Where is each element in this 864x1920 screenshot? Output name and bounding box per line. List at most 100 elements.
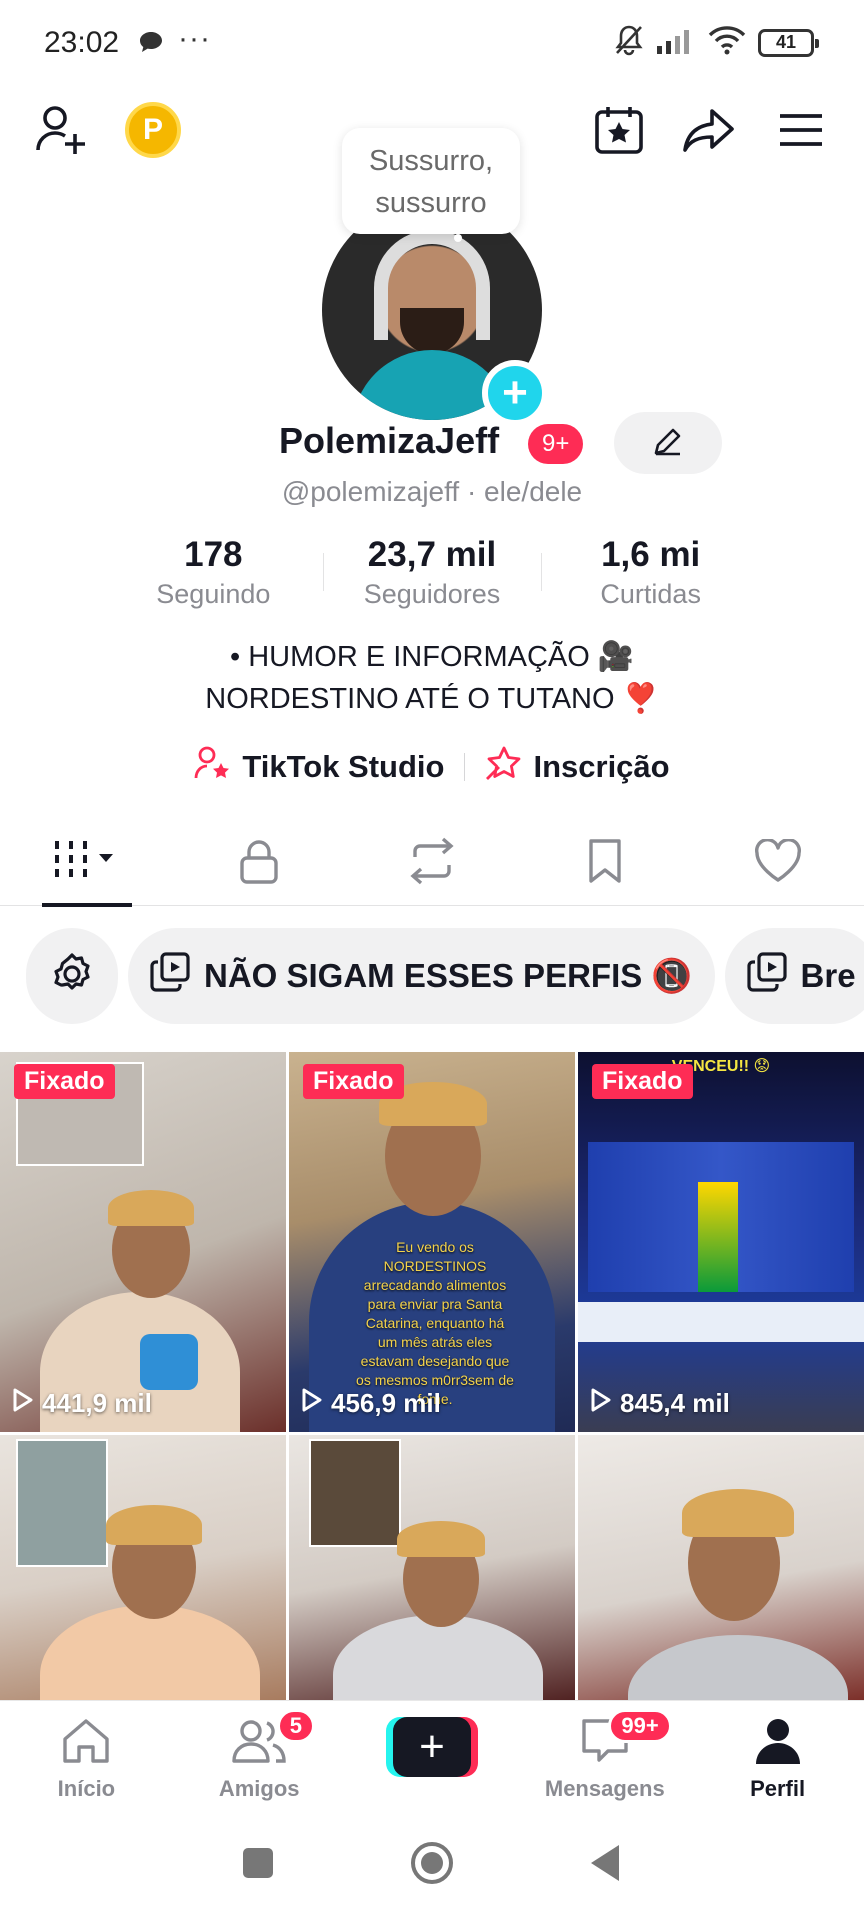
bio-line-2: NORDESTINO ATÉ O TUTANO ❣️ (205, 683, 659, 715)
person-cap (106, 1505, 202, 1545)
view-count-text: 441,9 mil (42, 1388, 152, 1418)
beard-shape (400, 308, 464, 354)
status-bar: 23:02 ··· 41 (0, 0, 864, 90)
video-tile[interactable] (289, 1435, 575, 1700)
tab-private[interactable] (173, 820, 346, 906)
bio-line-1: • HUMOR E INFORMAÇÃO 🎥 (230, 641, 634, 673)
tab-favorites[interactable] (518, 820, 691, 906)
bubble-line-2: sussurro (375, 187, 487, 219)
collection-chip[interactable]: Bre (724, 928, 864, 1024)
view-count-text: 845,4 mil (620, 1388, 730, 1418)
nav-home[interactable]: Início (0, 1701, 173, 1811)
collection-chip[interactable]: NÃO SIGAM ESSES PERFIS 📵 (128, 928, 715, 1024)
home-icon (60, 1717, 112, 1770)
link-label: Inscrição (533, 749, 670, 784)
profile-handle: @polemizajeff · ele/dele (281, 476, 583, 507)
nav-profile[interactable]: Perfil (691, 1701, 864, 1811)
name-row: PolemizaJeff 9+ (0, 412, 864, 476)
blue-mug (140, 1334, 198, 1390)
profile-icon (754, 1717, 802, 1770)
coin-letter: P (125, 102, 181, 158)
recents-button[interactable] (241, 1846, 275, 1885)
muted-bell-icon (614, 24, 644, 61)
pinned-badge: Fixado (14, 1064, 115, 1099)
video-tile[interactable] (578, 1435, 864, 1700)
profile-stats: 178 Seguindo 23,7 mil Seguidores 1,6 mi … (104, 535, 760, 615)
inset-thumbnail (309, 1439, 401, 1547)
collections-row: NÃO SIGAM ESSES PERFIS 📵 Bre (26, 928, 864, 1024)
stat-likes[interactable]: 1,6 mi Curtidas (541, 535, 760, 615)
person-cap (682, 1489, 794, 1537)
profile-links: TikTok Studio Inscrição (0, 744, 864, 790)
pencil-icon (652, 425, 684, 462)
signal-icon (656, 26, 696, 59)
stat-value: 23,7 mil (367, 535, 497, 574)
person-shirt (40, 1605, 260, 1700)
video-caption: Eu vendo os NORDESTINOS arrecadando alim… (356, 1239, 514, 1407)
stat-label: Seguidores (363, 579, 501, 609)
news-banner (578, 1302, 864, 1342)
video-tile[interactable]: Fixado 441,9 mil (0, 1052, 286, 1432)
system-nav (0, 1810, 864, 1920)
menu-icon[interactable] (766, 95, 836, 165)
play-icon (12, 1387, 34, 1420)
heart-icon (754, 837, 802, 888)
stat-following[interactable]: 178 Seguindo (104, 535, 323, 615)
nav-friends[interactable]: 5 Amigos (173, 1701, 346, 1811)
back-button[interactable] (589, 1843, 623, 1888)
friends-badge: 5 (276, 1709, 316, 1743)
stat-label: Curtidas (600, 579, 701, 609)
more-dots: ··· (178, 22, 211, 55)
collection-label: Bre (800, 957, 856, 994)
person-star-icon (194, 746, 232, 788)
battery-icon: 41 (758, 28, 819, 57)
calendar-star-icon[interactable] (584, 95, 654, 165)
chat-bubble-icon (138, 30, 164, 59)
status-bubble[interactable]: Sussurro, sussurro (342, 128, 520, 242)
video-grid: Fixado 441,9 mil Eu vendo os NORDESTINOS… (0, 1052, 864, 1700)
create-plus-icon[interactable]: + (385, 1717, 478, 1777)
notification-badge[interactable]: 9+ (528, 424, 584, 464)
edit-profile-button[interactable] (614, 412, 722, 474)
video-tile[interactable] (0, 1435, 286, 1700)
stat-value: 178 (184, 535, 243, 574)
coin-icon[interactable]: P (118, 95, 188, 165)
video-tile[interactable]: VENCEU!! 😟 Fixado 845,4 mil (578, 1052, 864, 1432)
stat-followers[interactable]: 23,7 mil Seguidores (322, 535, 542, 615)
video-tile[interactable]: Eu vendo os NORDESTINOS arrecadando alim… (289, 1052, 575, 1432)
pinned-badge: Fixado (303, 1064, 404, 1099)
collections-settings-button[interactable] (26, 928, 118, 1024)
inset-thumbnail (16, 1439, 108, 1567)
link-divider (464, 753, 466, 781)
tab-reposts[interactable] (346, 820, 519, 906)
view-count: 456,9 mil (301, 1387, 441, 1420)
link-label: TikTok Studio (242, 749, 445, 784)
presidential-sash (698, 1182, 738, 1292)
wifi-icon (708, 25, 746, 60)
nav-label: Início (57, 1776, 116, 1801)
view-count: 441,9 mil (12, 1387, 152, 1420)
tab-liked[interactable] (691, 820, 864, 906)
repost-icon (407, 837, 457, 890)
add-user-icon[interactable] (28, 95, 98, 165)
tab-videos[interactable] (0, 820, 173, 907)
status-icons: 41 (614, 24, 819, 61)
view-count-text: 456,9 mil (331, 1388, 441, 1418)
tiktok-studio-link[interactable]: TikTok Studio (194, 746, 444, 788)
home-button[interactable] (409, 1840, 455, 1891)
share-arrow-icon[interactable] (674, 95, 744, 165)
status-time: 23:02 (44, 26, 120, 59)
nav-create[interactable]: + (346, 1701, 519, 1811)
stat-label: Seguindo (156, 579, 271, 609)
collection-label: NÃO SIGAM ESSES PERFIS 📵 (204, 956, 693, 994)
person-cap (397, 1521, 485, 1557)
view-count: 845,4 mil (590, 1387, 730, 1420)
bookmark-icon (587, 838, 623, 889)
grid-bars-icon (53, 840, 119, 886)
stat-value: 1,6 mi (601, 535, 701, 574)
nav-messages[interactable]: 99+ Mensagens (518, 1701, 691, 1811)
messages-badge: 99+ (608, 1709, 672, 1743)
person-cap (108, 1190, 194, 1226)
subscription-link[interactable]: Inscrição (485, 745, 670, 789)
bubble-line-1: Sussurro, (368, 145, 494, 177)
